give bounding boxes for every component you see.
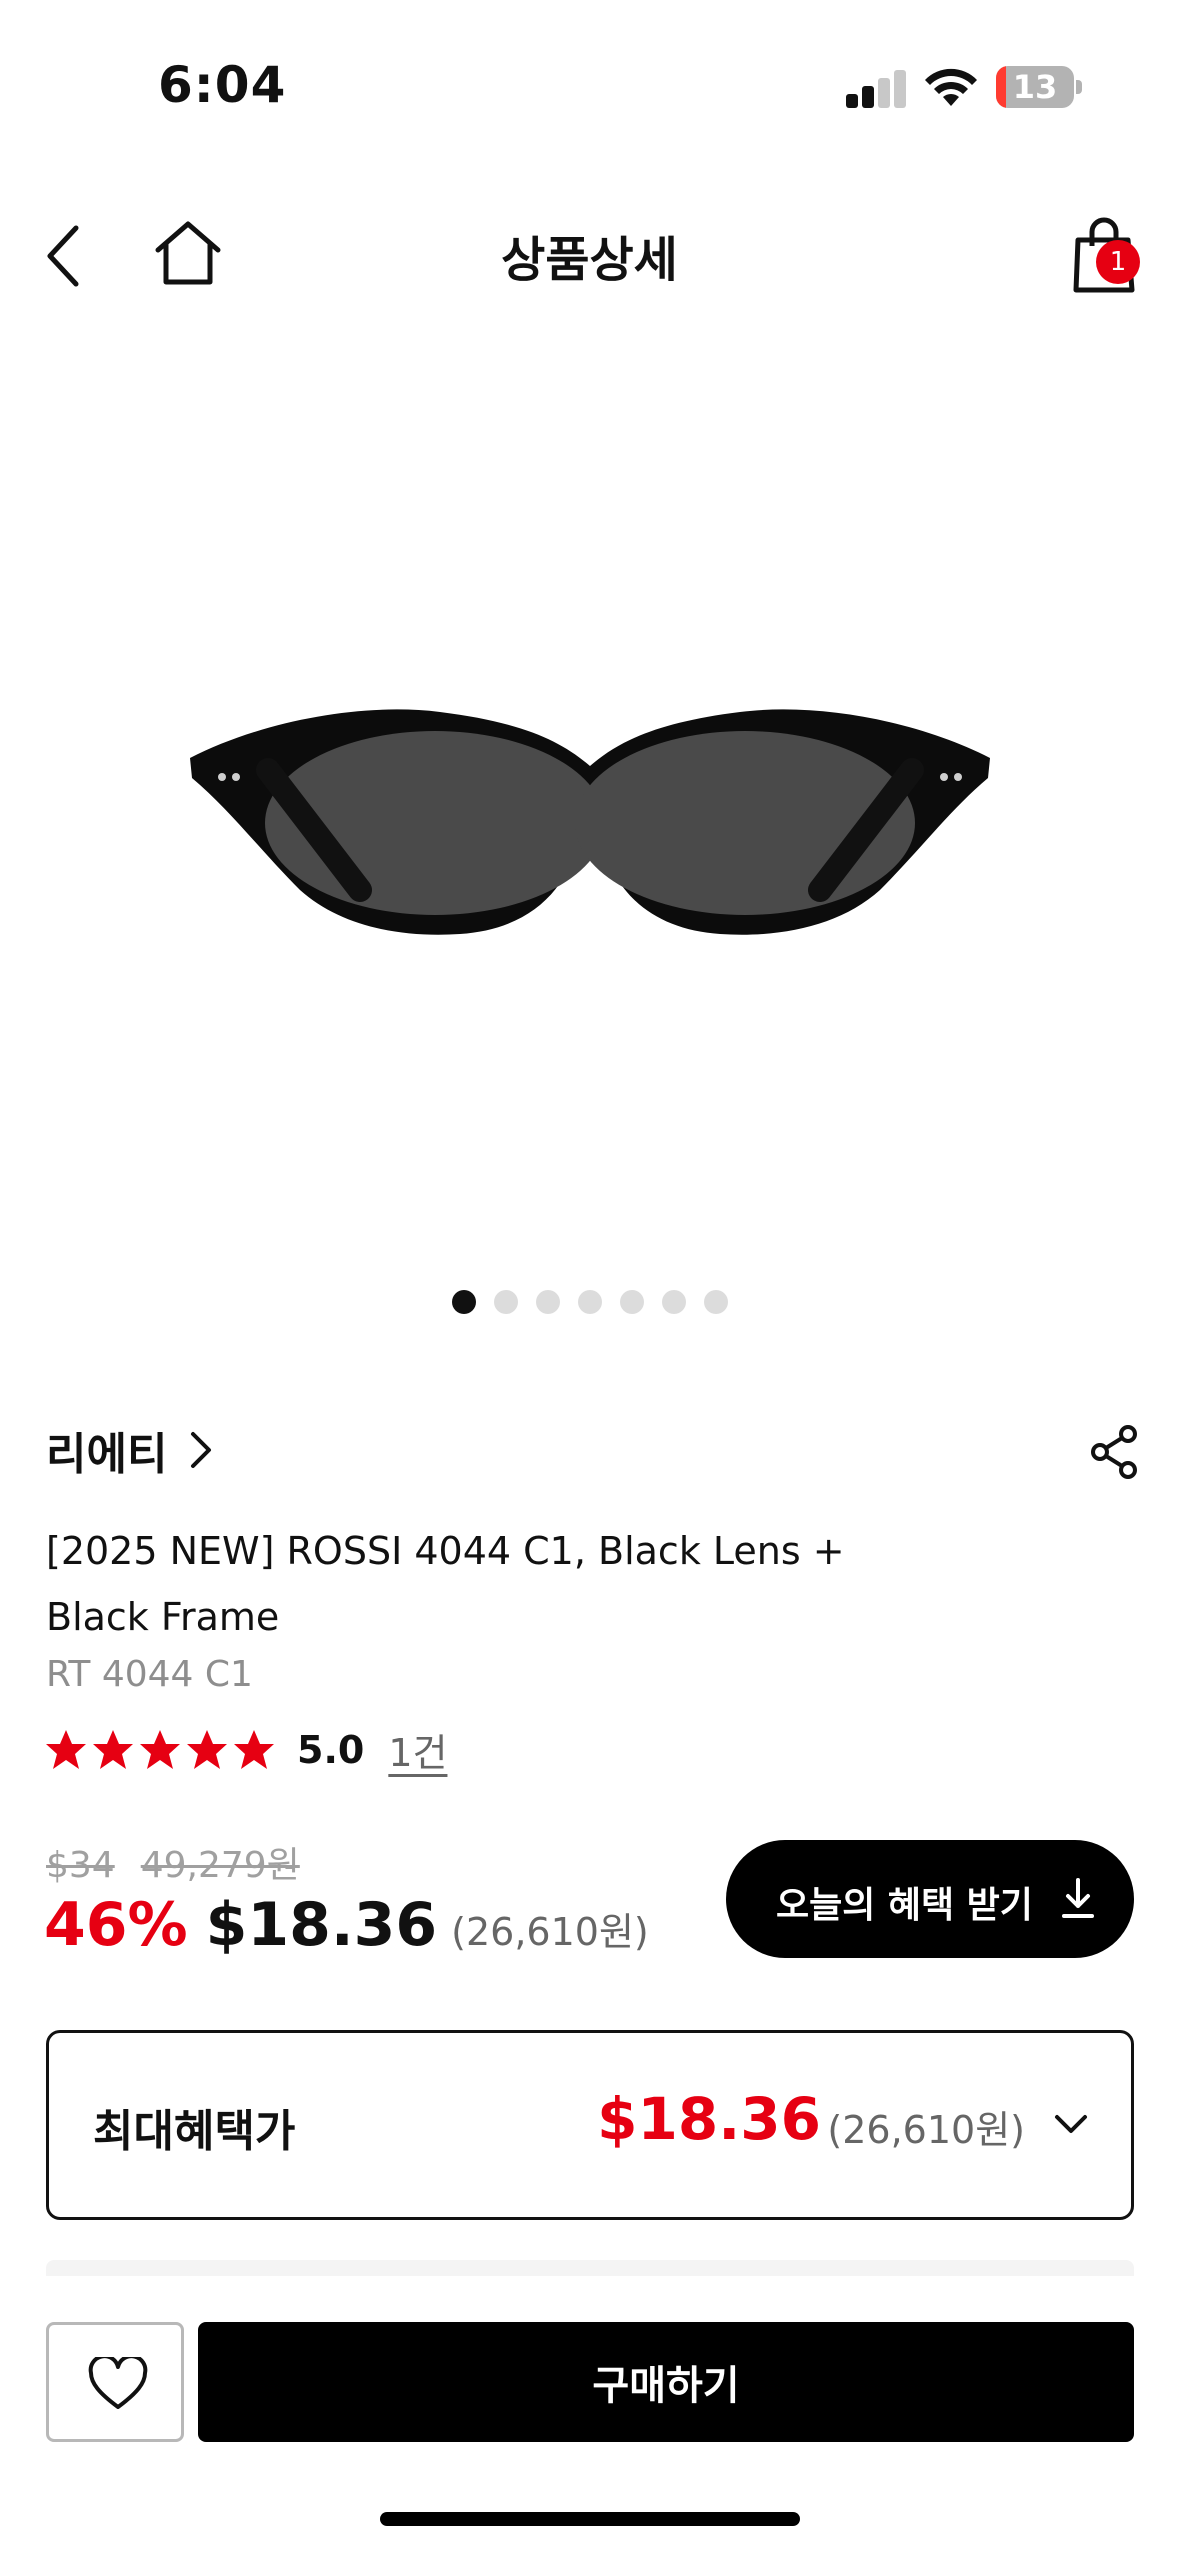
original-price-usd: $34 xyxy=(46,1845,115,1886)
max-benefit-price-toggle[interactable]: 최대혜택가 $18.36 (26,610원) xyxy=(46,2030,1134,2220)
pagination-dot[interactable] xyxy=(703,1290,728,1314)
pagination-dot[interactable] xyxy=(451,1290,476,1314)
max-benefit-label: 최대혜택가 xyxy=(93,2106,296,2157)
home-indicator[interactable] xyxy=(380,2512,800,2526)
pagination-dot[interactable] xyxy=(661,1290,686,1314)
share-icon[interactable] xyxy=(1088,1424,1140,1480)
pagination-dot[interactable] xyxy=(535,1290,560,1314)
chevron-down-icon xyxy=(1055,2115,1087,2133)
pagination-dot[interactable] xyxy=(577,1290,602,1314)
max-benefit-price-krw: (26,610원) xyxy=(827,2108,1025,2152)
get-todays-benefit-button[interactable]: 오늘의 혜택 받기 xyxy=(726,1840,1134,1958)
status-bar: 6:04 13 xyxy=(0,0,1179,150)
cellular-signal-icon xyxy=(846,70,906,108)
image-pagination xyxy=(0,1290,1179,1320)
star-icon xyxy=(234,1729,274,1769)
benefit-button-label: 오늘의 혜택 받기 xyxy=(776,1885,1033,1926)
star-icon xyxy=(187,1729,227,1769)
page-title: 상품상세 xyxy=(501,232,678,288)
discount-rate: 46% xyxy=(44,1890,188,1960)
wishlist-button[interactable] xyxy=(46,2322,184,2442)
review-count-link[interactable]: 1건 xyxy=(388,1722,447,1777)
battery-icon: 13 xyxy=(996,66,1082,108)
status-time: 6:04 xyxy=(158,56,287,114)
product-code: RT 4044 C1 xyxy=(46,1654,253,1695)
brand-link[interactable]: 리에티 xyxy=(46,1418,219,1488)
rating-stars xyxy=(44,1729,279,1769)
brand-name: 리에티 xyxy=(46,1429,168,1480)
chevron-right-icon xyxy=(190,1432,211,1468)
sale-price-row: 46% $18.36 (26,610원) xyxy=(44,1890,649,1970)
original-price: $34 49,279원 xyxy=(46,1836,326,1888)
pagination-dot[interactable] xyxy=(493,1290,518,1314)
wifi-icon xyxy=(925,68,977,106)
cart-count-badge: 1 xyxy=(1096,240,1140,284)
original-price-krw: 49,279원 xyxy=(140,1845,300,1886)
top-nav-bar: 상품상세 xyxy=(0,190,1179,320)
sale-price-usd: $18.36 xyxy=(205,1890,438,1960)
star-icon xyxy=(46,1729,86,1769)
download-icon xyxy=(1062,1878,1094,1918)
max-benefit-price-usd: $18.36 xyxy=(597,2085,821,2153)
pagination-dot[interactable] xyxy=(619,1290,644,1314)
buy-button[interactable]: 구매하기 xyxy=(198,2322,1134,2442)
section-divider xyxy=(46,2260,1134,2276)
rating-row: 5.0 1건 xyxy=(44,1722,447,1778)
star-icon xyxy=(93,1729,133,1769)
heart-icon xyxy=(88,2357,148,2409)
product-image-sunglasses[interactable] xyxy=(0,330,1179,1230)
product-title: [2025 NEW] ROSSI 4044 C1, Black Lens + B… xyxy=(46,1529,845,1639)
sale-price-krw: (26,610원) xyxy=(451,1910,649,1954)
rating-score: 5.0 xyxy=(297,1727,365,1772)
star-icon xyxy=(140,1729,180,1769)
battery-level: 13 xyxy=(1012,68,1058,106)
